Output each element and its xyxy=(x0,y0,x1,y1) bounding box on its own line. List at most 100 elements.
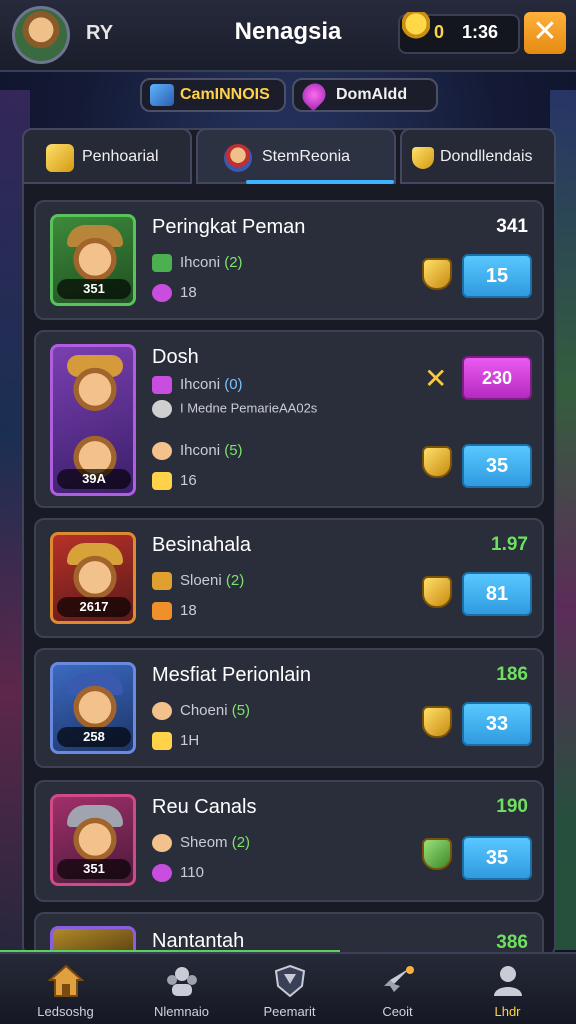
trophy-icon xyxy=(402,12,430,46)
stat-value: (0) xyxy=(224,376,243,393)
nav-item-1[interactable]: Ledsoshg xyxy=(8,954,123,1024)
row-score: 1.97 xyxy=(491,534,528,555)
character-portrait: 39A xyxy=(50,344,136,496)
row-name: Dosh xyxy=(152,346,199,368)
mode-chip-1-label: CamINNOIS xyxy=(180,86,270,103)
stat-value: (2) xyxy=(225,572,245,589)
green-shield-icon xyxy=(422,838,452,870)
stat-value: (5) xyxy=(231,702,251,719)
stat-value: 16 xyxy=(180,472,197,489)
rocket-icon xyxy=(380,964,416,998)
character-portrait: 258 xyxy=(50,662,136,754)
action-button[interactable]: 33 xyxy=(462,702,532,746)
gem-icon xyxy=(152,376,172,395)
character-level: 2617 xyxy=(57,597,131,617)
row-score: 186 xyxy=(496,664,528,685)
nav-item-5-active[interactable]: Lhdr xyxy=(450,954,565,1024)
list-item[interactable]: 351 Reu Canals Sheom (2) 110 190 35 xyxy=(34,780,544,902)
character-portrait: 351 xyxy=(50,794,136,886)
action-button[interactable]: 35 xyxy=(462,444,532,488)
stat-label: Ihconi xyxy=(180,376,221,393)
face-graphic xyxy=(71,551,119,599)
list-item[interactable]: 351 Peringkat Peman Ihconi (2) 18 341 15 xyxy=(34,200,544,320)
shield-icon xyxy=(272,964,308,998)
stat-line: 18 xyxy=(152,284,197,303)
character-level: 39A xyxy=(57,469,131,489)
tab-bar: Penhoarial StemReonia Dondllendais xyxy=(22,128,556,186)
mode-chip-1[interactable]: CamINNOIS xyxy=(140,78,286,112)
stat-line: 110 xyxy=(152,864,204,883)
list-item[interactable]: 39A Dosh Ihconi (0) I Medne PemarieAA02s… xyxy=(34,330,544,508)
stat-line: I Medne PemarieAA02s xyxy=(152,400,317,418)
gold-shield-icon xyxy=(422,576,452,608)
gem-icon xyxy=(152,284,172,303)
coin-icon xyxy=(152,400,172,418)
action-button[interactable]: 15 xyxy=(462,254,532,298)
stat-label: Ihconi xyxy=(180,254,221,271)
nav-item-3[interactable]: Peemarit xyxy=(232,954,347,1024)
nav-item-2[interactable]: Nlemnaio xyxy=(124,954,239,1024)
gold-gem-icon xyxy=(152,732,172,751)
face-graphic xyxy=(71,813,119,861)
character-icon xyxy=(224,144,252,172)
top-bar: RY Nenagsia 0 1:36 ✕ xyxy=(0,0,576,72)
tab-3[interactable]: Dondllendais xyxy=(400,128,556,184)
stat-value: (5) xyxy=(224,442,243,459)
character-level: 258 xyxy=(57,727,131,747)
character-mini-icon xyxy=(152,442,172,461)
stat-value: 1H xyxy=(180,732,200,749)
face-graphic xyxy=(71,681,119,729)
active-tab-indicator xyxy=(246,180,394,184)
row-name: Mesfiat Perionlain xyxy=(152,664,311,686)
timer-value: 1:36 xyxy=(462,22,499,42)
list-item[interactable]: Nantantah 386 xyxy=(34,912,544,956)
face-graphic xyxy=(71,233,119,281)
stat-label: Sheom xyxy=(180,834,228,851)
stat-label: Choeni xyxy=(180,702,228,719)
row-name: Besinahala xyxy=(152,534,251,556)
stat-line: 16 xyxy=(152,472,197,491)
tab-2-label: StemReonia xyxy=(262,148,351,165)
character-portrait: 351 xyxy=(50,214,136,306)
row-score: 341 xyxy=(496,216,528,237)
list-item[interactable]: 258 Mesfiat Perionlain Choeni (5) 1H 186… xyxy=(34,648,544,768)
stat-line: Ihconi (5) xyxy=(152,442,243,461)
row-name: Reu Canals xyxy=(152,796,257,818)
crossed-swords-icon: ✕ xyxy=(424,363,448,394)
team-icon xyxy=(164,964,200,998)
mode-chip-2[interactable]: DomAldd xyxy=(292,78,438,112)
face-graphic xyxy=(71,363,119,411)
gold-shield-icon xyxy=(422,706,452,738)
fire-icon xyxy=(152,602,172,621)
tab-2-active[interactable]: StemReonia xyxy=(196,128,396,184)
gem-icon xyxy=(152,864,172,883)
nav-label: Lhdr xyxy=(494,1004,521,1019)
stat-value: 18 xyxy=(180,602,197,619)
heart-gem-icon xyxy=(297,78,331,112)
row-score: 190 xyxy=(496,796,528,817)
character-level: 351 xyxy=(57,859,131,879)
gold-gem-icon xyxy=(152,472,172,491)
character-level: 351 xyxy=(57,279,131,299)
stat-line: Sheom (2) xyxy=(152,834,250,853)
gold-shield-icon xyxy=(422,446,452,478)
nav-label: Ceoit xyxy=(382,1004,413,1019)
nav-label: Nlemnaio xyxy=(154,1004,209,1019)
stat-label: Sloeni xyxy=(180,572,222,589)
tab-1-label: Penhoarial xyxy=(82,148,159,165)
bottom-nav: Ledsoshg Nlemnaio Peemarit Ceoit Lhdr xyxy=(0,952,576,1024)
action-button[interactable]: 81 xyxy=(462,572,532,616)
pink-action-button[interactable]: 230 xyxy=(462,356,532,400)
tab-1[interactable]: Penhoarial xyxy=(22,128,192,184)
close-button[interactable]: ✕ xyxy=(524,12,566,54)
stat-line: Ihconi (0) xyxy=(152,376,243,395)
character-mini-icon xyxy=(152,702,172,721)
list-item[interactable]: 2617 Besinahala Sloeni (2) 18 1.97 81 xyxy=(34,518,544,638)
action-button[interactable]: 35 xyxy=(462,836,532,880)
character-mini-icon xyxy=(152,834,172,853)
stat-value: 18 xyxy=(180,284,197,301)
stat-line: 1H xyxy=(152,732,200,751)
cube-icon xyxy=(150,84,174,106)
nav-item-4[interactable]: Ceoit xyxy=(340,954,455,1024)
stat-line: 18 xyxy=(152,602,197,621)
